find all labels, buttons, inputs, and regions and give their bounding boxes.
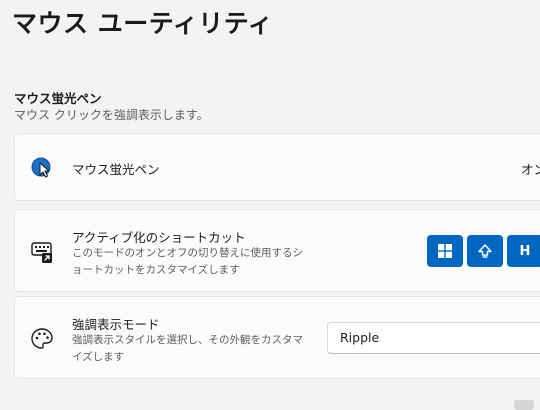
mouse-highlighter-title: マウス蛍光ペン	[72, 162, 160, 177]
mouse-highlighter-card[interactable]: マウス蛍光ペン オン	[14, 133, 540, 201]
highlight-mode-title: 強調表示モード	[72, 317, 160, 332]
h-key[interactable]: H	[507, 235, 540, 267]
shift-key-icon[interactable]	[467, 235, 503, 267]
scrollbar-thumb[interactable]	[514, 400, 534, 410]
activation-shortcut-description: このモードのオンとオフの切り替えに使用するショートカットをカスタマイズします	[72, 247, 303, 276]
keyboard-shortcut-icon	[29, 238, 55, 264]
activation-shortcut-title: アクティブ化のショートカット	[72, 230, 246, 245]
mouse-highlighter-icon	[29, 155, 55, 181]
palette-icon	[29, 326, 55, 352]
enable-toggle-state[interactable]: オン	[521, 159, 540, 178]
highlight-mode-description: 強調表示スタイルを選択し、その外観をカスタマイズします	[72, 334, 303, 363]
windows-key-icon[interactable]	[427, 235, 463, 267]
activation-shortcut-card[interactable]: アクティブ化のショートカット このモードのオンとオフの切り替えに使用するショート…	[14, 209, 540, 292]
section-heading: マウス蛍光ペン	[14, 91, 102, 106]
section-description: マウス クリックを強調表示します。	[14, 108, 209, 122]
page-title: マウス ユーティリティ	[12, 9, 274, 38]
highlight-mode-dropdown[interactable]: Ripple	[327, 322, 540, 354]
highlight-mode-card[interactable]: 強調表示モード 強調表示スタイルを選択し、その外観をカスタマイズします Ripp…	[14, 296, 540, 379]
